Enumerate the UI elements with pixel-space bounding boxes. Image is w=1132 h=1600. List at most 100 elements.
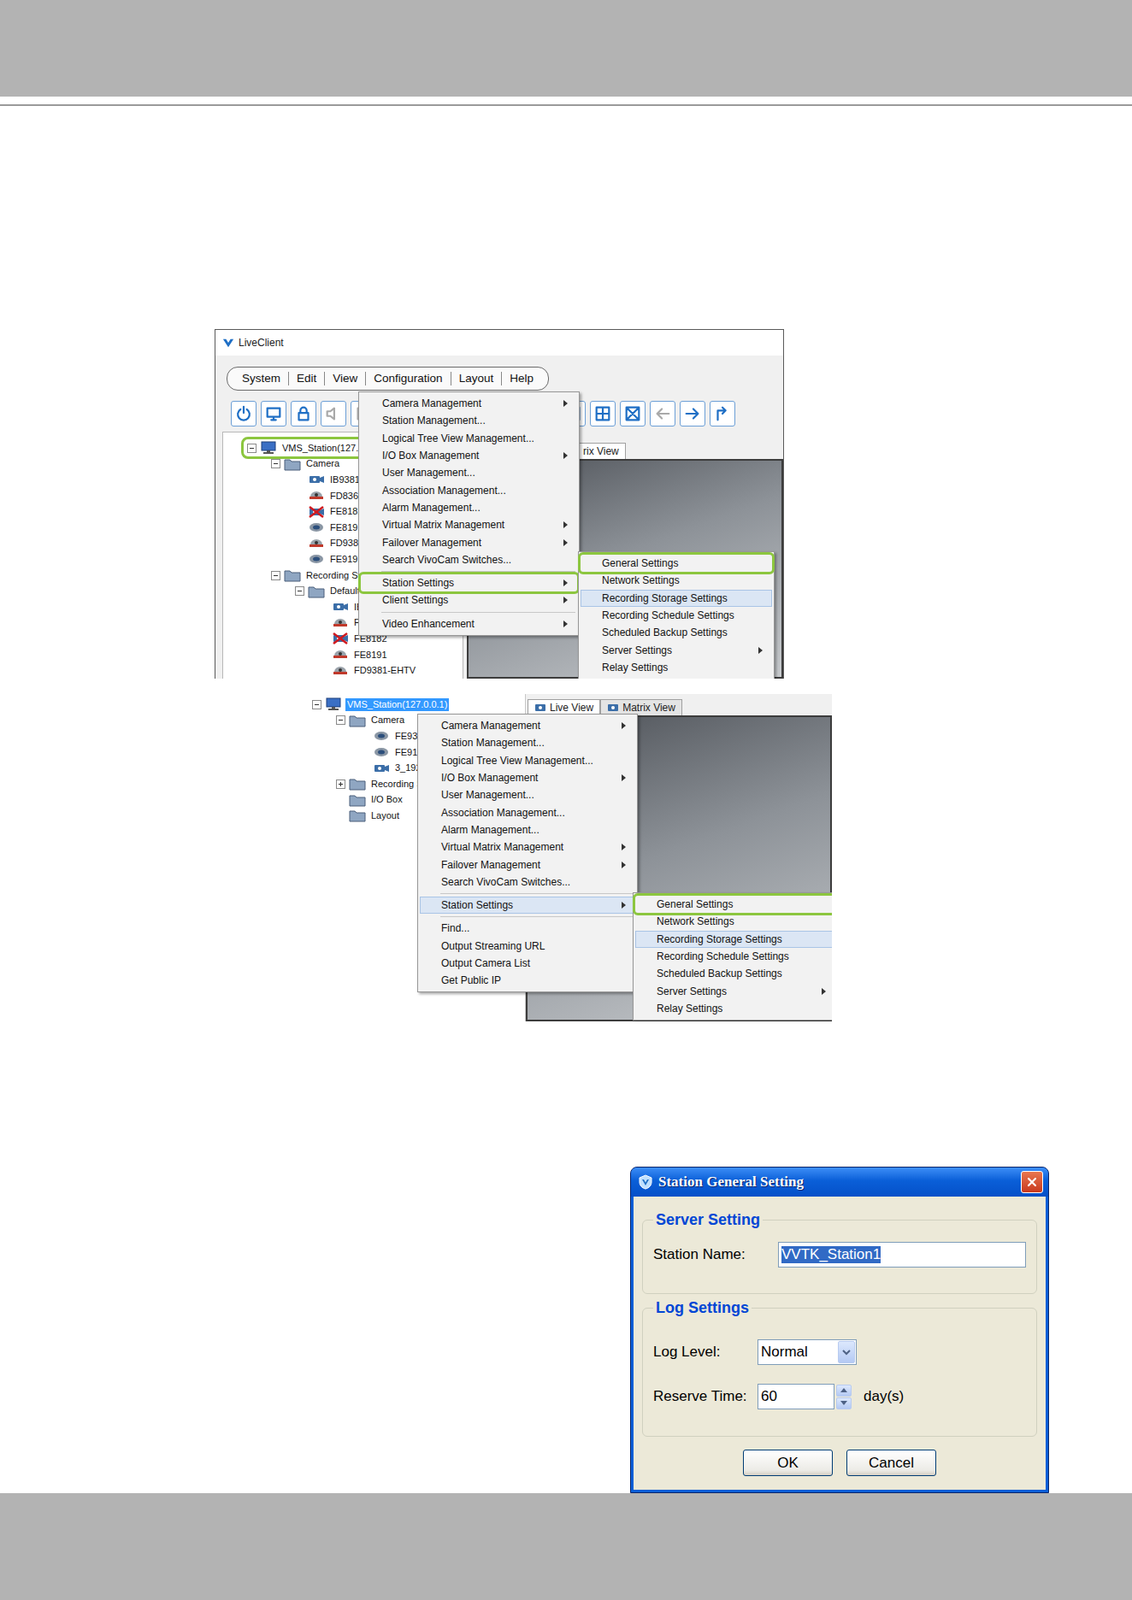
expander-spacer [294,538,305,549]
tree-node: I/O Box [334,793,407,808]
menu-bar-item[interactable]: Edit [288,371,325,386]
menu-bar-item[interactable]: System [234,371,289,386]
menu-item[interactable]: Station Settings [360,574,578,592]
toolbar-button[interactable] [619,400,646,427]
menu-item[interactable]: Failover Management [360,533,578,551]
menu-item[interactable]: Scheduled Backup Settings [635,965,832,983]
menu-item[interactable]: General Settings [580,554,773,572]
menu-item[interactable]: Video Enhancement [360,615,578,633]
toolbar-button[interactable] [679,400,706,427]
menu-bar-item[interactable]: Help [501,371,542,386]
tree-node: FE939 [358,729,426,743]
menu-item[interactable]: Server Settings [635,982,832,1000]
menu-item[interactable]: Station Management... [419,734,636,752]
menu-item[interactable]: User Management... [360,464,578,482]
menu-item[interactable]: Alarm Management... [360,499,578,517]
log-level-select[interactable]: Normal [757,1339,857,1366]
expander-icon[interactable] [336,715,346,726]
menu-item[interactable]: Client Settings [360,591,578,609]
menu-item[interactable]: Scheduled Backup Settings [580,624,773,642]
station-name-input[interactable]: VVTK_Station1 [778,1242,1026,1268]
menu-item[interactable]: Output Camera List [419,955,636,973]
reserve-time-input[interactable]: 60 [757,1384,835,1410]
menu-item[interactable]: Relay Settings [580,659,773,677]
submenu: General SettingsNetwork SettingsRecordin… [577,551,775,679]
expander-icon[interactable] [247,443,257,454]
folder-icon [348,793,366,808]
tree-row[interactable]: FE8191 [223,647,463,664]
menu-item[interactable]: Output Streaming URL [419,937,636,956]
tree-label: FD9381-EHTV [352,664,418,678]
tree-row[interactable]: VMS_Station(127.0.0.1) [295,696,525,714]
menu-item[interactable]: Logical Tree View Management... [419,752,636,770]
chevron-down-icon [842,1349,851,1357]
liveclient-screenshot: LiveClientSystemEditViewConfigurationLay… [214,329,785,679]
menu-bar-item[interactable]: View [324,371,366,386]
menu-item[interactable]: Camera Management [360,395,578,413]
menu-bar-row: SystemEditViewConfigurationLayoutHelp [215,355,784,394]
menu-item[interactable]: Search VivoCam Switches... [360,551,578,569]
spin-down-icon[interactable] [840,1401,848,1406]
close-button[interactable] [1020,1171,1044,1194]
menu-item[interactable]: Alarm Management... [419,821,636,839]
spin-up-icon[interactable] [840,1388,848,1393]
expander-icon[interactable] [312,700,322,710]
expander-icon[interactable] [271,571,281,581]
expander-icon[interactable] [336,779,346,790]
submenu-arrow-icon [563,596,568,604]
menu-item[interactable]: Association Management... [360,481,578,499]
tree-node: IB9381 [293,472,364,487]
toolbar-icon [623,404,643,424]
toolbar-button[interactable] [290,400,317,427]
menu-item[interactable]: Recording Schedule Settings [580,607,773,625]
menu-bar-item[interactable]: Configuration [365,371,450,386]
menu-item[interactable]: Station Management... [360,412,578,430]
menu-item[interactable]: General Settings [635,896,832,914]
menu-item[interactable]: Search VivoCam Switches... [419,873,636,891]
dropdown-button[interactable] [837,1341,855,1364]
menu-item[interactable]: Association Management... [419,803,636,821]
menu-item[interactable]: Network Settings [635,913,832,931]
menu-item[interactable]: Server Settings [580,641,773,659]
menu-item[interactable]: Recording Schedule Settings [635,948,832,966]
menu-item[interactable]: I/O Box Management [419,769,636,787]
menu-item[interactable]: Logical Tree View Management... [360,430,578,448]
expander-spacer [318,618,329,628]
menu-item[interactable]: Camera Management [419,717,636,735]
settings-group: Server SettingStation Name:VVTK_Station1 [642,1211,1038,1295]
menu-item[interactable]: Virtual Matrix Management [419,838,636,856]
expander-icon[interactable] [271,459,281,469]
menu-item[interactable]: Recording Storage Settings [635,931,832,949]
menu-item[interactable]: I/O Box Management [360,447,578,465]
menu-item[interactable]: Virtual Matrix Management [360,516,578,534]
menu-item[interactable]: Get Public IP [419,972,636,990]
menu-item[interactable]: Find... [419,919,636,938]
spin-buttons[interactable] [836,1385,852,1410]
tree-row[interactable]: FD9381-EHTV [223,662,463,679]
submenu: General SettingsNetwork SettingsRecordin… [632,892,832,1021]
title-bar: LiveClient [215,330,784,356]
menu-item[interactable]: Network Settings [580,571,773,590]
folder-icon [307,584,325,599]
expander-icon[interactable] [294,586,305,596]
settings-group: Log SettingsLog Level:NormalReserve Time… [642,1299,1038,1438]
menu-bar-item[interactable]: Layout [450,371,502,386]
menu-item[interactable]: Recording Storage Settings [580,589,773,608]
toolbar-button[interactable] [230,400,257,427]
dialog-button[interactable]: OK [742,1450,833,1477]
toolbar-button[interactable] [649,400,676,427]
menu-item[interactable]: Station Settings [419,896,636,914]
toolbar-button[interactable] [709,400,736,427]
tree-node: FE8191 [293,520,367,535]
toolbar-button[interactable] [589,400,616,427]
field-row: Log Level:Normal [653,1338,1026,1367]
dialog-button[interactable]: Cancel [846,1450,937,1477]
dialog-title: Station General Setting [658,1173,1016,1191]
view-tab[interactable]: rix View [576,442,626,460]
toolbar-button[interactable] [320,400,347,427]
tree-label: I/O Box [369,793,405,807]
toolbar-button[interactable] [260,400,287,427]
menu-item[interactable]: User Management... [419,786,636,804]
menu-item[interactable]: Failover Management [419,855,636,873]
menu-item[interactable]: Relay Settings [635,1000,832,1018]
